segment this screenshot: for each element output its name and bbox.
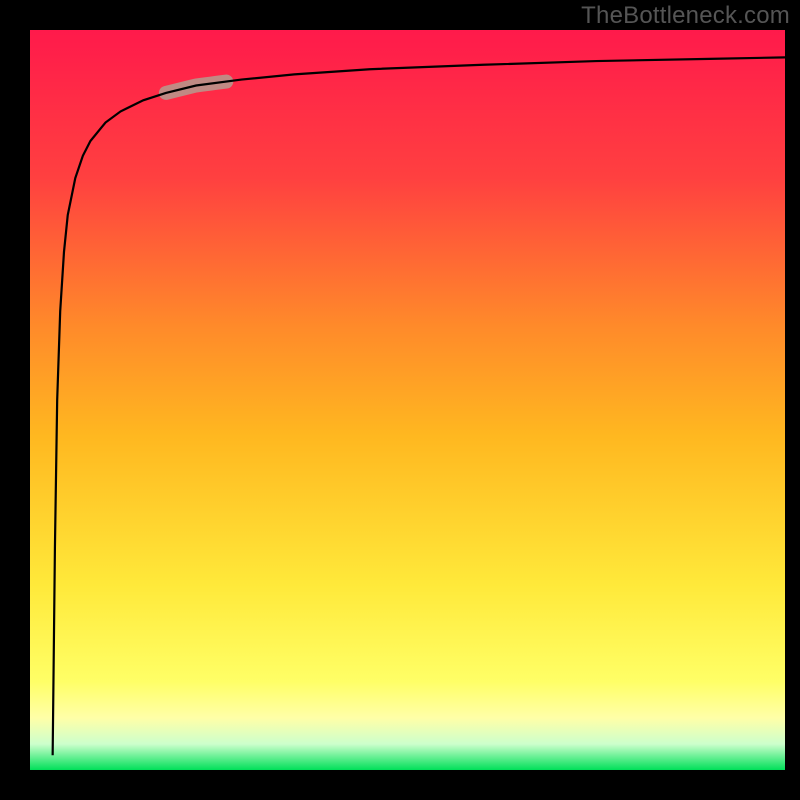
bottleneck-chart: [0, 0, 800, 800]
watermark-text: TheBottleneck.com: [581, 2, 790, 30]
chart-plot-area: [30, 30, 785, 770]
chart-frame: TheBottleneck.com: [0, 0, 800, 800]
